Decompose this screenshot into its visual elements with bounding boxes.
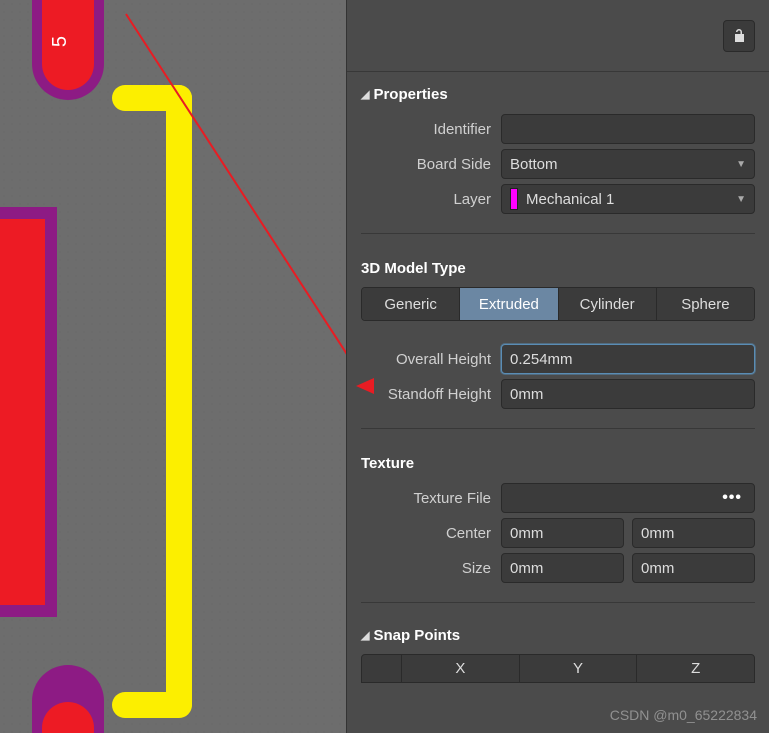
divider bbox=[361, 233, 755, 234]
col-y[interactable]: Y bbox=[520, 655, 638, 682]
col-blank bbox=[362, 655, 402, 682]
texture-file-input[interactable]: ••• bbox=[501, 483, 755, 513]
pcb-canvas[interactable]: 5 bbox=[0, 0, 346, 733]
seg-extruded[interactable]: Extruded bbox=[460, 288, 558, 320]
section-header-properties[interactable]: ◢ Properties bbox=[361, 80, 755, 109]
rect-copper bbox=[0, 219, 45, 605]
texture-file-label: Texture File bbox=[361, 490, 491, 507]
collapse-icon: ◢ bbox=[361, 88, 369, 101]
chevron-down-icon: ▼ bbox=[736, 194, 746, 205]
section-title-label: Properties bbox=[373, 86, 447, 103]
layer-label: Layer bbox=[361, 191, 491, 208]
collapse-icon: ◢ bbox=[361, 629, 369, 642]
annotation-arrow-head bbox=[356, 378, 374, 394]
unlock-button[interactable] bbox=[723, 20, 755, 52]
model-type-title: 3D Model Type bbox=[361, 252, 755, 283]
seg-cylinder[interactable]: Cylinder bbox=[559, 288, 657, 320]
col-z[interactable]: Z bbox=[637, 655, 754, 682]
seg-sphere[interactable]: Sphere bbox=[657, 288, 754, 320]
watermark: CSDN @m0_65222834 bbox=[610, 707, 757, 723]
unlock-icon bbox=[731, 28, 747, 44]
annotation-arrow bbox=[125, 13, 346, 391]
standoff-height-input[interactable] bbox=[501, 379, 755, 409]
center-x-input[interactable] bbox=[501, 518, 624, 548]
model-type-segmented: Generic Extruded Cylinder Sphere bbox=[361, 287, 755, 321]
divider bbox=[361, 428, 755, 429]
divider bbox=[361, 602, 755, 603]
layer-color-swatch bbox=[510, 188, 518, 210]
panel-toolbar bbox=[347, 0, 769, 72]
layer-value: Mechanical 1 bbox=[526, 191, 614, 208]
trace-segment bbox=[112, 692, 192, 718]
trace-segment bbox=[166, 85, 192, 717]
snap-points-title: Snap Points bbox=[373, 627, 460, 644]
layer-select[interactable]: Mechanical 1 ▼ bbox=[501, 184, 755, 214]
center-y-input[interactable] bbox=[632, 518, 755, 548]
col-x[interactable]: X bbox=[402, 655, 520, 682]
size-y-input[interactable] bbox=[632, 553, 755, 583]
section-header-snap-points[interactable]: ◢ Snap Points bbox=[361, 621, 755, 650]
board-side-label: Board Side bbox=[361, 156, 491, 173]
texture-title: Texture bbox=[361, 447, 755, 478]
overall-height-input[interactable] bbox=[501, 344, 755, 374]
snap-points-table-header: X Y Z bbox=[361, 654, 755, 683]
size-label: Size bbox=[361, 560, 491, 577]
pad-designator: 5 bbox=[49, 36, 72, 47]
browse-button[interactable]: ••• bbox=[722, 489, 746, 507]
center-label: Center bbox=[361, 525, 491, 542]
identifier-input[interactable] bbox=[501, 114, 755, 144]
size-x-input[interactable] bbox=[501, 553, 624, 583]
properties-panel: ◢ Properties Identifier Board Side Botto… bbox=[346, 0, 769, 733]
board-side-value: Bottom bbox=[510, 156, 558, 173]
seg-generic[interactable]: Generic bbox=[362, 288, 460, 320]
chevron-down-icon: ▼ bbox=[736, 159, 746, 170]
overall-height-label: Overall Height bbox=[361, 351, 491, 368]
identifier-label: Identifier bbox=[361, 121, 491, 138]
board-side-select[interactable]: Bottom ▼ bbox=[501, 149, 755, 179]
standoff-height-label: Standoff Height bbox=[361, 386, 491, 403]
